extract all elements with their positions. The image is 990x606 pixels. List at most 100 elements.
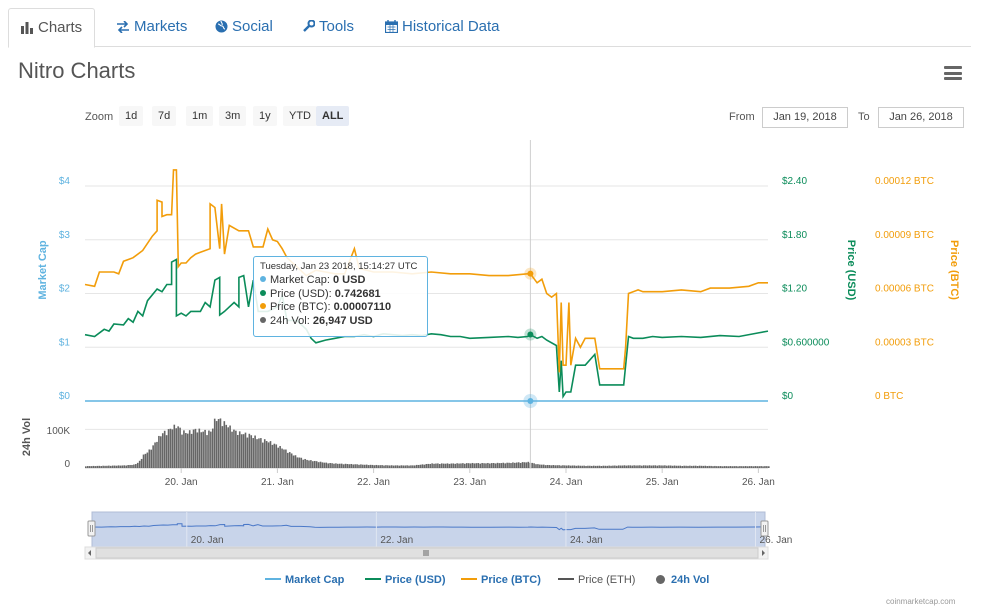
volume-bar — [696, 466, 699, 468]
x-tick-label: 21. Jan — [261, 477, 294, 488]
volume-bar — [446, 463, 449, 468]
volume-bar — [285, 449, 287, 468]
volume-bar — [412, 465, 414, 468]
volume-bar — [229, 425, 231, 468]
volume-bar — [263, 439, 266, 468]
volume-bar — [517, 462, 520, 468]
volume-bar — [192, 429, 195, 468]
volume-bar — [329, 462, 331, 468]
volume-bar — [490, 463, 493, 468]
volume-bar — [623, 465, 626, 468]
volume-bar — [698, 465, 701, 468]
volume-bar — [514, 462, 516, 468]
volume-bar — [352, 464, 355, 468]
price-btc-tick-label: 0.00003 BTC — [875, 337, 934, 348]
volume-bar — [294, 455, 297, 468]
tooltip-value: 26,947 USD — [312, 314, 373, 327]
volume-bar — [654, 465, 657, 468]
volume-bar — [94, 466, 97, 468]
volume-bar — [694, 465, 697, 468]
volume-bar — [683, 465, 685, 468]
volume-bar — [327, 463, 330, 468]
volume-bar — [619, 465, 622, 468]
volume-bar — [502, 462, 505, 468]
volume-bar — [727, 466, 730, 468]
tooltip-label: Market Cap: — [270, 274, 330, 286]
volume-bar — [92, 465, 95, 468]
volume-bar — [442, 463, 445, 468]
volume-bar — [356, 464, 358, 468]
volume-bar — [271, 444, 274, 468]
price-btc-tick-label: 0.00012 BTC — [875, 176, 934, 187]
volume-bar — [573, 465, 576, 468]
price-usd-tick-label: $1.20 — [782, 284, 807, 295]
volume-bar — [413, 465, 416, 468]
volume-bar — [496, 462, 499, 468]
price-btc-tick-label: 0 BTC — [875, 391, 903, 402]
volume-bar — [129, 464, 131, 468]
volume-bar — [281, 448, 283, 468]
tooltip-row-market-cap: Market Cap: 0 USD — [260, 274, 421, 288]
volume-bar — [473, 463, 476, 468]
volume-bar — [725, 466, 728, 468]
volume-bar — [338, 463, 341, 468]
volume-bar — [173, 424, 176, 468]
volume-bar — [592, 465, 595, 468]
volume-bar — [639, 465, 641, 468]
volume-bar — [719, 466, 722, 468]
volume-bar — [702, 465, 705, 468]
tooltip-row-volume: 24h Vol: 26,947 USD — [260, 315, 421, 329]
volume-bar — [456, 463, 458, 468]
x-tick-label: 22. Jan — [357, 477, 390, 488]
volume-bar — [379, 465, 381, 468]
volume-bar — [431, 463, 433, 468]
volume-bar — [673, 465, 676, 468]
volume-bar — [531, 462, 533, 468]
volume-bar — [510, 463, 512, 468]
volume-bar — [348, 464, 351, 468]
volume-bar — [287, 452, 289, 468]
legend-label: Price (BTC) — [481, 574, 541, 586]
volume-bar — [469, 463, 472, 468]
volume-bar — [419, 464, 422, 468]
legend-item-volume[interactable]: 24h Vol — [656, 574, 709, 586]
legend-item-market-cap[interactable]: Market Cap — [265, 574, 344, 586]
volume-bar — [641, 465, 643, 468]
volume-bar — [335, 463, 337, 468]
legend-swatch — [265, 578, 281, 580]
volume-bar — [250, 435, 253, 468]
volume-bar — [721, 466, 724, 468]
volume-bar — [564, 465, 566, 468]
market-cap-tick-label: $2 — [59, 284, 71, 295]
volume-bar — [535, 464, 537, 468]
volume-bar — [444, 463, 447, 468]
volume-bar — [206, 435, 208, 468]
volume-bar — [471, 462, 474, 468]
volume-bar — [196, 432, 199, 468]
volume-bar — [754, 466, 757, 468]
volume-bar — [425, 463, 428, 468]
volume-bar — [479, 463, 482, 468]
legend-item-price-usd[interactable]: Price (USD) — [365, 574, 446, 586]
volume-bar — [392, 465, 395, 468]
volume-bar — [298, 457, 301, 468]
volume-bar — [186, 433, 189, 468]
volume-bar — [188, 430, 191, 468]
volume-bar — [256, 439, 258, 468]
volume-bar — [752, 466, 755, 468]
volume-bar — [254, 435, 256, 468]
volume-bar — [646, 465, 649, 468]
volume-bar — [712, 466, 714, 468]
legend-item-price-btc[interactable]: Price (BTC) — [461, 574, 541, 586]
volume-bar — [594, 465, 597, 468]
volume-bar — [146, 452, 149, 468]
volume-bar — [692, 465, 695, 468]
legend-item-price-eth[interactable]: Price (ETH) — [558, 574, 635, 586]
volume-bar — [610, 465, 612, 468]
tooltip-dot — [260, 289, 266, 296]
volume-bar — [279, 446, 281, 468]
volume-bar — [723, 466, 726, 468]
price-chart[interactable]: $0 $1 $2 $3 $4 Market Cap $0 $0.600000 $1.20 $1.8… — [0, 0, 990, 603]
volume-bar — [415, 464, 418, 468]
volume-bar — [616, 465, 618, 468]
